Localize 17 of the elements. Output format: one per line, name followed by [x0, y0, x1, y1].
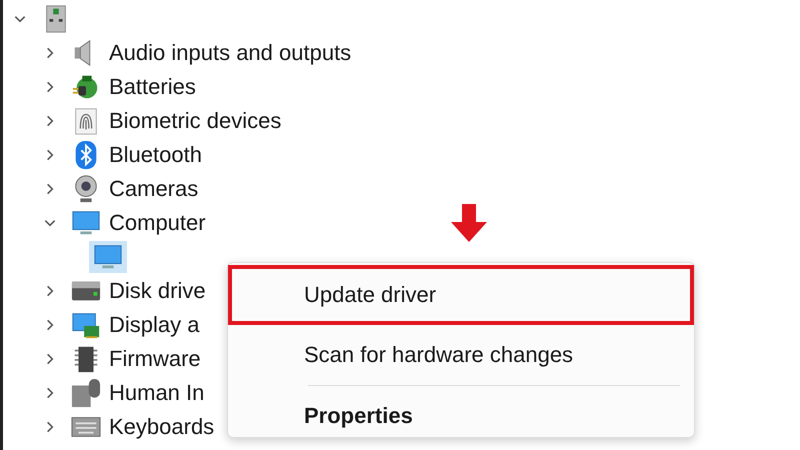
- tree-item[interactable]: Audio inputs and outputs: [109, 40, 352, 66]
- tree-item[interactable]: Keyboards: [109, 414, 214, 440]
- tree-item[interactable]: Biometric devices: [109, 108, 282, 134]
- tree-item[interactable]: Computer: [109, 210, 206, 236]
- tree-item[interactable]: Firmware: [109, 346, 201, 372]
- menu-item[interactable]: Scan for hardware changes: [228, 325, 694, 385]
- tree-item[interactable]: Human In: [109, 380, 204, 406]
- keyboard-mouse-icon: [71, 378, 101, 408]
- tree-item[interactable]: Bluetooth: [109, 142, 202, 168]
- tree-item[interactable]: Display a: [109, 312, 200, 338]
- menu-item[interactable]: Properties: [228, 386, 694, 446]
- tree-item[interactable]: Disk drive: [109, 278, 206, 304]
- tree-item[interactable]: [89, 241, 127, 273]
- menu-item[interactable]: Update driver: [228, 265, 694, 325]
- down-arrow-icon: [449, 204, 489, 242]
- tree-item[interactable]: Cameras: [109, 176, 198, 202]
- tree-item[interactable]: Batteries: [109, 74, 196, 100]
